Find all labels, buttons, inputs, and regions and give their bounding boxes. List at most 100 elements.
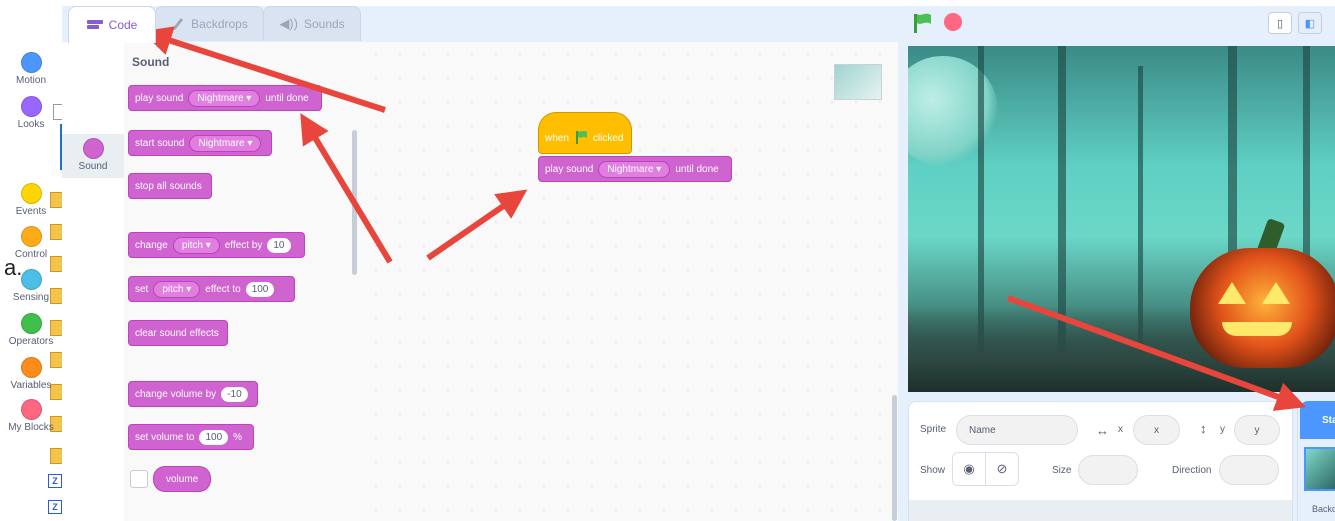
category-label: Looks bbox=[17, 119, 45, 130]
effect-value-input[interactable]: 100 bbox=[245, 281, 275, 297]
block-text: volume bbox=[166, 473, 199, 485]
script-play-sound-block[interactable]: play sound Nightmare ▾ until done bbox=[538, 156, 732, 182]
volume-reporter-block[interactable]: volume bbox=[153, 466, 212, 492]
tab-sounds[interactable]: ◀)) Sounds bbox=[263, 6, 361, 41]
show-visible-toggle[interactable]: ◉ bbox=[952, 452, 986, 486]
tab-label: Code bbox=[108, 18, 138, 32]
sound-dropdown[interactable]: Nightmare ▾ bbox=[598, 160, 671, 178]
volume-set-input[interactable]: 100 bbox=[199, 429, 229, 445]
size-label: Size bbox=[1052, 465, 1072, 476]
category-motion[interactable]: Motion bbox=[0, 52, 62, 86]
code-workspace[interactable] bbox=[364, 42, 898, 521]
category-sensing[interactable]: Sensing bbox=[0, 269, 62, 303]
stage-header-label: Stage bbox=[1322, 414, 1335, 426]
block-text: stop all sounds bbox=[135, 180, 202, 192]
set-effect-block[interactable]: set pitch ▾ effect to 100 bbox=[128, 276, 295, 302]
volume-change-input[interactable]: -10 bbox=[221, 386, 248, 402]
direction-field[interactable] bbox=[1219, 455, 1279, 485]
clear-sound-effects-block[interactable]: clear sound effects bbox=[128, 320, 228, 346]
workspace-scrollbar[interactable] bbox=[892, 395, 897, 521]
my-blocks-dot-icon bbox=[20, 399, 42, 420]
category-sound[interactable]: Sound bbox=[62, 134, 124, 178]
sprite-label: Sprite bbox=[920, 424, 947, 435]
moon-image bbox=[908, 56, 998, 166]
palette-scrollbar[interactable] bbox=[352, 130, 357, 275]
play-sound-until-done-block[interactable]: play sound Nightmare ▾ until done bbox=[128, 85, 322, 111]
variables-dot-icon bbox=[20, 357, 42, 378]
backdrop-thumbnail-image[interactable] bbox=[1304, 447, 1335, 491]
pumpkin-mouth-image bbox=[1222, 322, 1292, 336]
tab-backdrops[interactable]: Backdrops bbox=[155, 6, 264, 41]
x-placeholder: x bbox=[1154, 424, 1159, 436]
category-label: Motion bbox=[15, 75, 46, 86]
dropdown-value: Nightmare bbox=[197, 92, 244, 104]
events-dot-icon bbox=[20, 183, 42, 204]
category-menu bbox=[62, 42, 125, 521]
y-field[interactable]: y bbox=[1234, 415, 1280, 445]
category-label: Control bbox=[14, 249, 48, 260]
looks-dot-icon bbox=[20, 96, 42, 117]
show-label: Show bbox=[920, 465, 946, 476]
category-events[interactable]: Events bbox=[0, 183, 62, 217]
motion-dot-icon bbox=[20, 52, 42, 73]
effect-value-input[interactable]: 10 bbox=[267, 237, 291, 253]
x-field[interactable]: x bbox=[1133, 415, 1180, 445]
block-text: when bbox=[545, 132, 569, 144]
effect-dropdown[interactable]: pitch ▾ bbox=[172, 236, 220, 254]
category-label: Sensing bbox=[12, 292, 50, 303]
dropdown-value: pitch bbox=[162, 283, 184, 295]
speaker-icon: ◀)) bbox=[279, 16, 298, 31]
block-text: clear sound effects bbox=[135, 327, 219, 339]
category-variables[interactable]: Variables bbox=[0, 357, 62, 391]
code-icon bbox=[86, 18, 103, 33]
set-volume-block[interactable]: set volume to 100 % bbox=[128, 424, 254, 450]
block-text: start sound bbox=[135, 137, 185, 149]
block-text: play sound bbox=[545, 163, 594, 175]
z-file-icon: Z bbox=[48, 474, 62, 488]
size-field[interactable] bbox=[1078, 455, 1138, 485]
y-label: y bbox=[1220, 424, 1225, 435]
block-text: clicked bbox=[592, 132, 624, 144]
when-flag-clicked-block[interactable]: when clicked bbox=[538, 112, 632, 154]
block-text: set volume to bbox=[135, 431, 195, 443]
sound-dropdown[interactable]: Nightmare ▾ bbox=[188, 89, 261, 107]
effect-dropdown[interactable]: pitch ▾ bbox=[153, 280, 201, 298]
category-control[interactable]: Control bbox=[0, 226, 62, 260]
eye-slash-icon: ⊘ bbox=[996, 461, 1008, 476]
x-label: x bbox=[1118, 424, 1123, 435]
tab-code[interactable]: Code bbox=[68, 6, 156, 43]
change-effect-block[interactable]: change pitch ▾ effect by 10 bbox=[128, 232, 305, 258]
large-stage-icon: ◧ bbox=[1304, 17, 1316, 30]
volume-checkbox[interactable] bbox=[130, 470, 148, 488]
sprite-thumbnail-image bbox=[834, 64, 882, 100]
y-placeholder: y bbox=[1254, 424, 1260, 436]
large-stage-button[interactable]: ◧ bbox=[1298, 12, 1322, 34]
green-flag-icon bbox=[574, 130, 588, 147]
green-flag-icon[interactable] bbox=[911, 12, 933, 39]
category-label: Sound bbox=[78, 161, 108, 172]
jack-o-lantern-image bbox=[1190, 248, 1335, 368]
dropdown-value: pitch bbox=[181, 239, 203, 251]
small-stage-icon: ▯ bbox=[1276, 17, 1284, 30]
stage-target-header[interactable]: Stage bbox=[1300, 401, 1335, 439]
category-label: Variables bbox=[10, 380, 52, 391]
sound-dropdown[interactable]: Nightmare ▾ bbox=[189, 134, 262, 152]
stop-icon[interactable] bbox=[944, 13, 962, 31]
category-operators[interactable]: Operators bbox=[0, 313, 62, 347]
pumpkin-eye-image bbox=[1218, 282, 1246, 304]
name-placeholder: Name bbox=[969, 424, 996, 436]
block-text: effect to bbox=[205, 283, 241, 295]
dropdown-value: Nightmare bbox=[198, 137, 245, 149]
start-sound-block[interactable]: start sound Nightmare ▾ bbox=[128, 130, 272, 156]
show-hidden-toggle[interactable]: ⊘ bbox=[985, 452, 1019, 486]
category-looks[interactable]: Looks bbox=[0, 96, 62, 130]
change-volume-block[interactable]: change volume by -10 bbox=[128, 381, 258, 407]
small-stage-button[interactable]: ▯ bbox=[1268, 12, 1292, 34]
block-text: effect by bbox=[224, 239, 263, 251]
category-label: Operators bbox=[8, 336, 54, 347]
category-my-blocks[interactable]: My Blocks bbox=[0, 399, 62, 433]
sprite-name-field[interactable]: Name bbox=[956, 415, 1078, 445]
control-dot-icon bbox=[20, 226, 42, 247]
direction-label: Direction bbox=[1172, 465, 1212, 476]
stop-all-sounds-block[interactable]: stop all sounds bbox=[128, 173, 212, 199]
